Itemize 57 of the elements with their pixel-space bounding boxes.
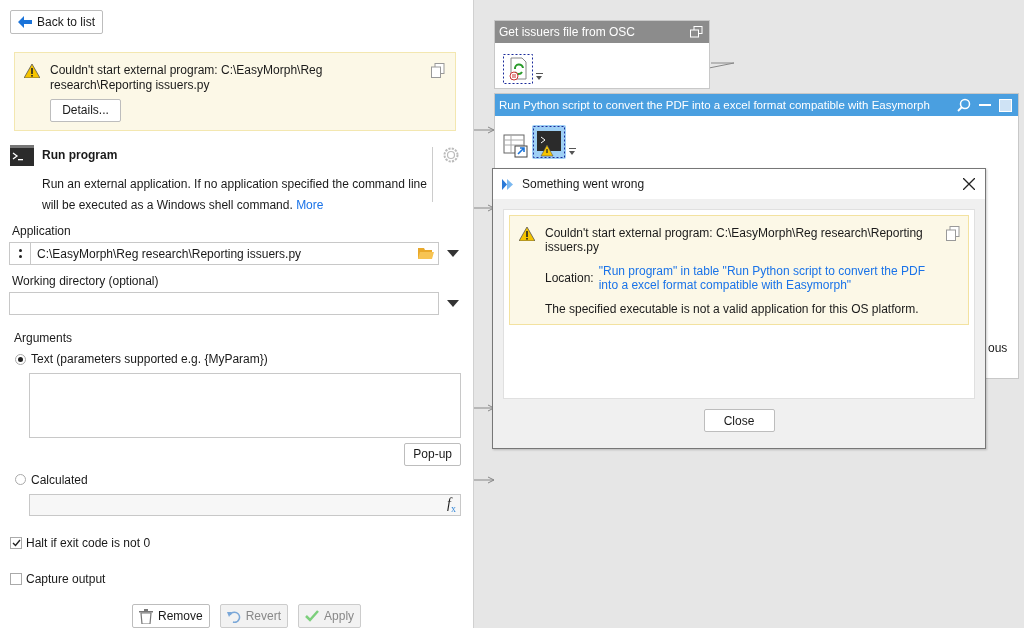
settings-icon[interactable]	[443, 147, 459, 163]
error-detail: The specified executable is not a valid application for this OS platform.	[545, 302, 920, 316]
checkbox-label[interactable]: Capture output	[26, 572, 106, 586]
working-directory-label: Working directory (optional)	[12, 273, 160, 289]
maximize-icon[interactable]	[999, 98, 1012, 112]
search-icon[interactable]	[957, 98, 971, 112]
formula-button[interactable]: f$_{x}$	[447, 495, 456, 514]
pop-up-button[interactable]: Pop-up	[404, 442, 461, 466]
application-field[interactable]: C:\EasyMorph\Reg research\Reporting issuers.py	[9, 242, 439, 265]
action-description: Run an external application. If no application specified the command line will be executed as a Windows shell command. More	[42, 176, 428, 214]
working-directory-field[interactable]	[9, 292, 439, 315]
radio-label[interactable]: Text (parameters supported e.g. {MyParam})	[31, 352, 268, 366]
folder-icon[interactable]	[418, 247, 434, 260]
file-sync-icon[interactable]	[503, 54, 533, 84]
copy-icon[interactable]	[431, 63, 445, 78]
table-title: Get issuers file from OSC	[499, 25, 637, 39]
connector-arrow	[474, 404, 495, 412]
back-button[interactable]: Back to list	[10, 10, 104, 34]
dropdown-icon[interactable]	[447, 300, 459, 307]
error-message: Couldn't start external program: C:\EasyMorph\Reg research\Reporting issuers.py	[545, 226, 924, 254]
copy-icon[interactable]	[946, 226, 960, 241]
table-link-icon[interactable]	[503, 133, 529, 159]
details-button[interactable]: Details...	[50, 99, 121, 122]
checkbox-label[interactable]: Halt if exit code is not 0	[26, 536, 151, 550]
calculated-field[interactable]: f$_{x}$	[29, 493, 461, 516]
location-label: Location:	[545, 271, 594, 285]
dropdown-icon[interactable]	[447, 250, 459, 257]
dialog-title: Something went wrong	[522, 177, 646, 191]
application-label: Application	[12, 223, 72, 239]
checkbox[interactable]	[10, 537, 22, 549]
table-text: ous	[988, 341, 1008, 355]
action-title: Run program	[42, 147, 119, 164]
connector-arrow	[474, 204, 495, 212]
more-link[interactable]: More	[296, 198, 324, 212]
warning-icon	[24, 64, 40, 78]
undo-icon	[226, 609, 241, 623]
copy-icon[interactable]	[690, 26, 703, 38]
radio-label[interactable]: Calculated	[31, 472, 88, 487]
connector-arrow	[474, 476, 495, 484]
warning-icon	[519, 227, 535, 241]
app-logo-icon	[502, 178, 514, 190]
connector-line	[709, 62, 735, 69]
location-link[interactable]: "Run program" in table "Run Python script to convert the PDF into a excel format compatible with Easymorph"	[598, 264, 936, 292]
trash-icon	[139, 608, 153, 624]
table-title: Run Python script to convert the PDF into a excel format compatible with Easymorph	[499, 99, 931, 111]
checkbox[interactable]	[10, 573, 22, 585]
remove-button[interactable]: Remove	[132, 604, 210, 628]
close-button[interactable]: Close	[703, 409, 775, 432]
connector-arrow	[474, 126, 495, 134]
error-message: Couldn't start external program: C:\EasyMorph\Reg research\Reporting issuers.py	[50, 63, 324, 93]
minimize-icon[interactable]	[979, 103, 991, 107]
close-icon[interactable]	[963, 178, 975, 190]
checkmark-icon	[305, 610, 320, 622]
terminal-warning-icon[interactable]	[532, 125, 566, 159]
arguments-label: Arguments	[14, 331, 74, 345]
arrow-left-icon	[18, 16, 32, 28]
terminal-icon	[10, 145, 34, 166]
